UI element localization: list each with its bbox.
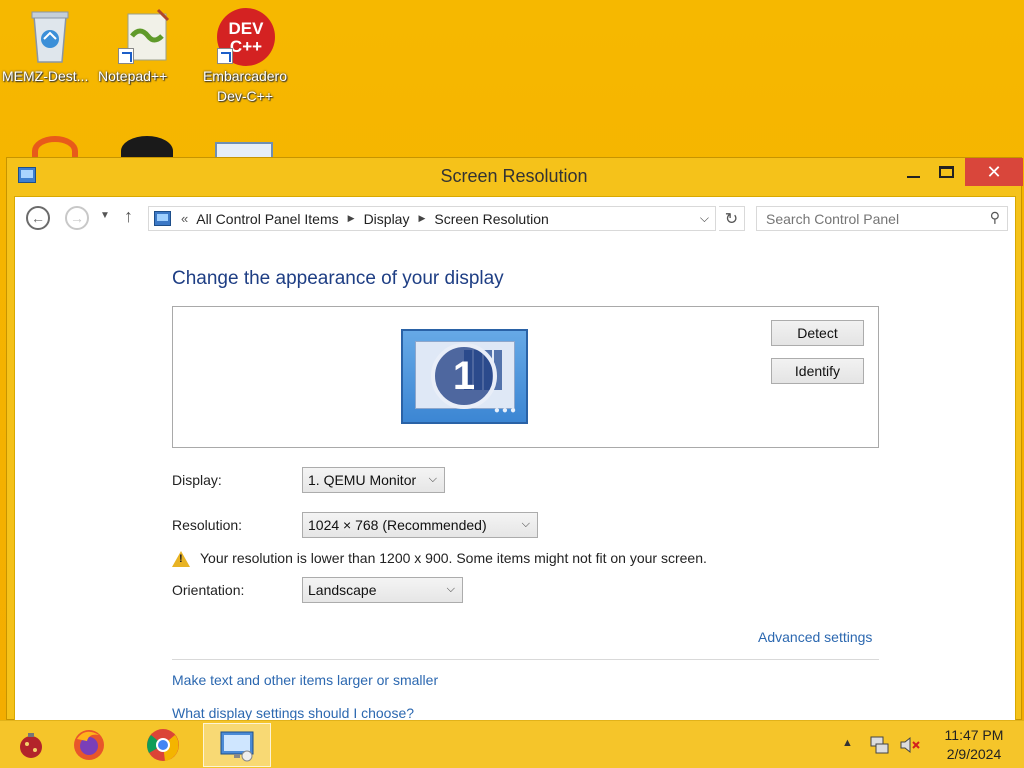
breadcrumb-separator-icon[interactable]: ▶ <box>418 213 425 224</box>
maximize-button[interactable] <box>929 158 963 186</box>
arrow-right-icon: → <box>70 210 84 226</box>
window-content: ← → ▼ ↑ « All Control Panel Items ▶ Disp… <box>14 196 1016 721</box>
display-select-value: 1. QEMU Monitor <box>308 472 417 488</box>
orientation-select[interactable]: Landscape ⌵ <box>302 577 463 603</box>
desktop-icon-devcpp[interactable]: DEV C++ Embarcadero Dev-C++ <box>197 6 293 104</box>
refresh-button[interactable]: ↻ <box>719 206 745 231</box>
taskbar: ▲ 11:47 PM 2/9/2024 <box>0 720 1024 768</box>
shortcut-arrow-icon <box>217 48 233 64</box>
close-button[interactable]: ✕ <box>965 158 1023 186</box>
chevron-down-icon: ⌵ <box>428 473 437 485</box>
refresh-icon: ↻ <box>724 210 739 228</box>
window-title: Screen Resolution <box>440 166 588 186</box>
detect-button[interactable]: Detect <box>771 320 864 346</box>
search-input[interactable] <box>757 207 977 230</box>
speaker-muted-icon <box>900 736 920 754</box>
minimize-button[interactable] <box>896 158 930 186</box>
chevron-up-icon: ▲ <box>842 737 853 749</box>
breadcrumb-all-control-panel-items[interactable]: All Control Panel Items <box>196 211 338 227</box>
back-button[interactable]: ← <box>26 206 50 230</box>
identify-button[interactable]: Identify <box>771 358 864 384</box>
control-panel-icon <box>154 211 171 226</box>
desktop-icon-notepadpp[interactable]: Notepad++ <box>98 6 194 84</box>
maximize-icon <box>938 166 954 178</box>
screen-resolution-window: Screen Resolution ✕ ← → ▼ ↑ « All Contro… <box>6 157 1023 721</box>
resolution-label: Resolution: <box>172 517 243 533</box>
shortcut-arrow-icon <box>118 48 134 64</box>
overflow-chevron-icon[interactable]: « <box>181 211 188 226</box>
chevron-down-icon: ⌵ <box>521 518 530 530</box>
chevron-down-icon: ⌵ <box>446 583 455 595</box>
desktop-icon-label: Embarcadero Dev-C++ <box>202 68 288 104</box>
resolution-select[interactable]: 1024 × 768 (Recommended) ⌵ <box>302 512 538 538</box>
orientation-select-value: Landscape <box>308 582 377 598</box>
network-icon[interactable] <box>870 736 890 759</box>
system-clock[interactable]: 11:47 PM 2/9/2024 <box>934 726 1014 764</box>
arrow-up-icon: ↑ <box>124 206 133 226</box>
address-dropdown-icon[interactable]: ⌵ <box>700 211 709 226</box>
minimize-icon <box>906 176 920 178</box>
text-size-link[interactable]: Make text and other items larger or smal… <box>172 672 438 688</box>
clock-time: 11:47 PM <box>944 727 1004 743</box>
recent-pages-button[interactable]: ▼ <box>100 210 110 221</box>
orientation-label: Orientation: <box>172 582 245 598</box>
divider <box>172 659 879 660</box>
volume-muted-icon[interactable] <box>900 736 922 759</box>
desktop-icon-memz[interactable]: MEMZ-Dest... <box>2 6 98 84</box>
display-label: Display: <box>172 472 222 488</box>
address-bar[interactable]: « All Control Panel Items ▶ Display ▶ Sc… <box>148 206 716 231</box>
desktop-icon-label: MEMZ-Dest... <box>2 68 89 84</box>
show-hidden-icons-button[interactable]: ▲ <box>842 737 853 749</box>
forward-button[interactable]: → <box>65 206 89 230</box>
display-preview: 1 ●●● Detect Identify <box>172 306 879 448</box>
taskbar-app-screen-resolution[interactable] <box>203 723 271 767</box>
resolution-warning: Your resolution is lower than 1200 x 900… <box>200 550 707 566</box>
page-title: Change the appearance of your display <box>172 268 504 289</box>
monitor-1-thumbnail[interactable]: 1 ●●● <box>401 329 528 424</box>
network-icon-glyph <box>870 736 889 754</box>
devcpp-icon: DEV C++ <box>217 6 275 66</box>
search-icon[interactable]: ⚲ <box>990 209 1000 226</box>
chevron-down-icon: ▼ <box>100 210 110 221</box>
desktop-icon-label: Notepad++ <box>98 68 168 84</box>
breadcrumb-screen-resolution[interactable]: Screen Resolution <box>434 211 548 227</box>
notepad-plus-plus-icon <box>118 6 174 66</box>
recycle-bin-icon <box>22 6 78 66</box>
resolution-select-value: 1024 × 768 (Recommended) <box>308 517 487 533</box>
warning-icon <box>172 551 190 567</box>
taskbar-app-firefox[interactable] <box>58 723 120 767</box>
display-select[interactable]: 1. QEMU Monitor ⌵ <box>302 467 445 493</box>
display-help-link[interactable]: What display settings should I choose? <box>172 705 414 721</box>
control-panel-icon <box>220 731 254 762</box>
monitor-number: 1 <box>431 343 497 409</box>
up-button[interactable]: ↑ <box>124 206 133 227</box>
search-box[interactable]: ⚲ <box>756 206 1008 231</box>
monitor-dots-icon: ●●● <box>493 405 518 416</box>
firefox-icon <box>74 730 104 760</box>
chrome-icon <box>147 729 179 761</box>
ornament-icon <box>20 733 42 758</box>
arrow-left-icon: ← <box>31 210 45 226</box>
taskbar-app-chrome[interactable] <box>132 723 194 767</box>
navigation-bar: ← → ▼ ↑ « All Control Panel Items ▶ Disp… <box>15 197 1015 239</box>
taskbar-app-memz[interactable] <box>0 723 62 767</box>
clock-date: 2/9/2024 <box>946 746 1002 762</box>
close-icon: ✕ <box>986 161 1002 182</box>
breadcrumb-display[interactable]: Display <box>364 211 410 227</box>
title-bar[interactable]: Screen Resolution ✕ <box>7 158 1023 196</box>
advanced-settings-link[interactable]: Advanced settings <box>758 629 872 645</box>
breadcrumb-separator-icon[interactable]: ▶ <box>348 213 355 224</box>
